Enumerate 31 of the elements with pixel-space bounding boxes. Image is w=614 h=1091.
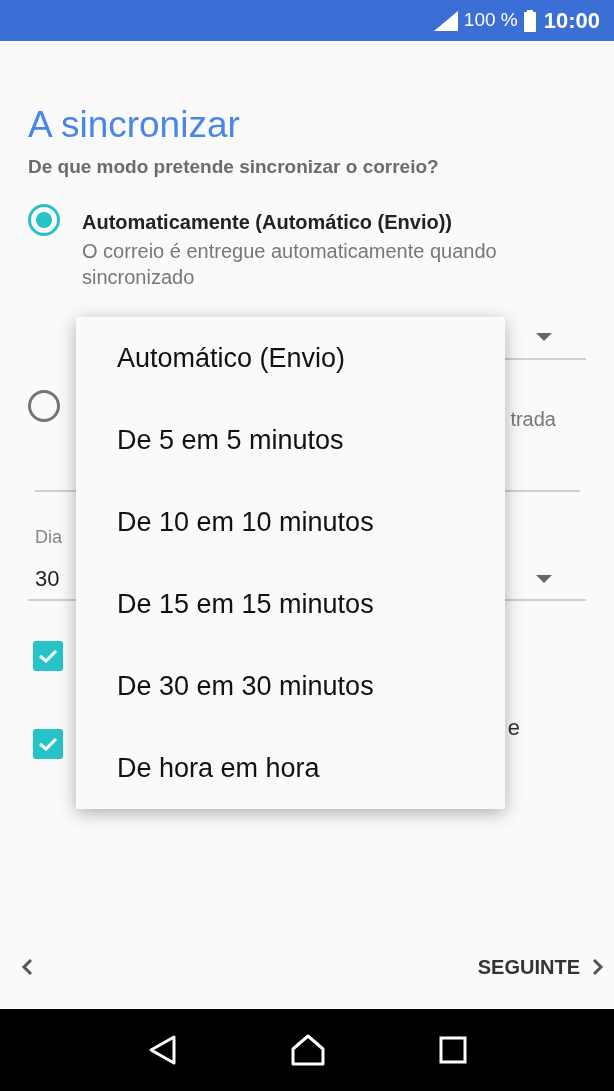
option-description: trada bbox=[510, 406, 556, 432]
option-description: O correio é entregue automaticamente quando sincronizado bbox=[82, 238, 498, 290]
option-label: Automaticamente (Automático (Envio)) bbox=[82, 209, 454, 234]
menu-item[interactable]: De hora em hora bbox=[76, 727, 505, 809]
page-title: A sincronizar bbox=[28, 103, 241, 147]
dropdown-arrow-icon bbox=[536, 574, 552, 583]
checkbox-label: e bbox=[507, 714, 520, 742]
next-button[interactable]: SEGUINTE bbox=[477, 947, 604, 987]
check-icon bbox=[38, 647, 58, 664]
field-label: Dia bbox=[35, 525, 62, 549]
menu-item[interactable]: Automático (Envio) bbox=[76, 317, 505, 399]
battery-icon bbox=[523, 9, 536, 32]
radio-button[interactable] bbox=[28, 203, 60, 236]
checkbox[interactable] bbox=[33, 640, 63, 671]
recent-apps-icon[interactable] bbox=[439, 1036, 468, 1064]
radio-button[interactable] bbox=[28, 389, 60, 422]
chevron-right-icon bbox=[592, 958, 604, 976]
dropdown-arrow-icon bbox=[536, 332, 552, 341]
field-value: 30 bbox=[35, 565, 60, 593]
checkbox[interactable] bbox=[33, 728, 63, 759]
menu-item[interactable]: De 10 em 10 minutos bbox=[76, 481, 505, 563]
signal-icon bbox=[433, 10, 458, 31]
menu-item[interactable]: De 15 em 15 minutos bbox=[76, 563, 505, 645]
clock: 10:00 bbox=[543, 7, 600, 35]
battery-percent: 100 % bbox=[463, 8, 518, 33]
menu-item[interactable]: De 30 em 30 minutos bbox=[76, 645, 505, 727]
menu-item[interactable]: De 5 em 5 minutos bbox=[76, 399, 505, 481]
chevron-left-icon bbox=[21, 958, 33, 976]
subtitle: De que modo pretende sincronizar o correio? bbox=[28, 155, 440, 179]
home-icon[interactable] bbox=[290, 1034, 326, 1066]
check-icon bbox=[38, 735, 58, 752]
